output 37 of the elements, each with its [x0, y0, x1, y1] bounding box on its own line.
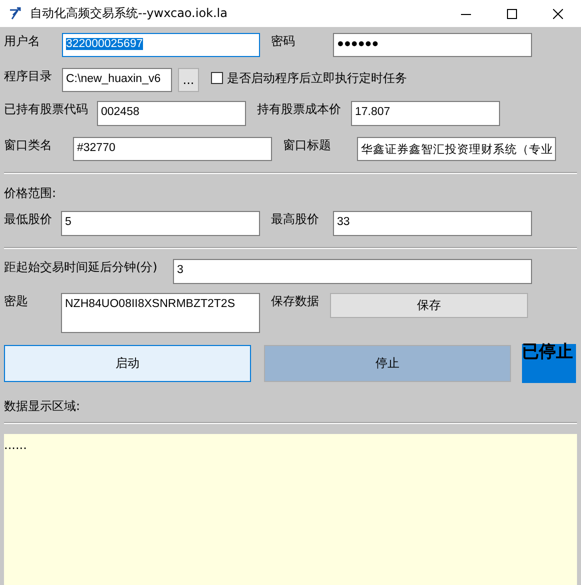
field-label: 密匙	[4, 293, 28, 308]
status-label: 已停止	[522, 344, 576, 383]
button[interactable]: ...	[178, 68, 199, 92]
section-heading: 数据显示区域:	[4, 398, 80, 415]
input-field[interactable]: 3	[173, 259, 532, 284]
field-label: 程序目录	[4, 68, 52, 83]
button[interactable]: 保存	[330, 293, 528, 318]
input-field[interactable]: C:\new_huaxin_v6	[62, 68, 172, 92]
input-field[interactable]: #32770	[73, 137, 272, 161]
app-icon	[8, 6, 22, 20]
field-label: 窗口标题	[283, 137, 331, 152]
field-label: 窗口类名	[4, 137, 52, 152]
input-field[interactable]: 华鑫证券鑫智汇投资理财系统（专业	[357, 137, 556, 161]
field-label: 最高股价	[271, 211, 319, 226]
input-field[interactable]: 5	[61, 211, 260, 236]
action-button[interactable]: 停止	[264, 345, 511, 382]
output-area: ......	[4, 434, 577, 585]
field-label: 距起始交易时间延后分钟(分)	[4, 259, 158, 274]
field-label: 保存数据	[271, 293, 319, 308]
field-label: 密码	[271, 33, 295, 48]
field-label: 已持有股票代码	[4, 101, 88, 116]
checkbox-label: 是否启动程序后立即执行定时任务	[227, 70, 407, 86]
input-field[interactable]: ●●●●●●	[333, 33, 532, 57]
input-field[interactable]: 17.807	[351, 101, 500, 126]
input-field[interactable]: 33	[333, 211, 532, 236]
close-icon[interactable]	[553, 8, 563, 18]
field-label: 用户名	[4, 33, 40, 48]
field-label: 最低股价	[4, 211, 52, 226]
section-heading: 价格范围:	[4, 185, 56, 202]
field-label: 持有股票成本价	[257, 101, 341, 116]
input-field[interactable]: 002458	[97, 101, 246, 126]
window-title: 自动化高频交易系统--ywxcao.iok.la	[30, 5, 228, 22]
maximize-icon[interactable]	[507, 8, 517, 18]
input-field[interactable]: NZH84UO08II8XSNRMBZT2T2S	[61, 293, 260, 333]
action-button[interactable]: 启动	[4, 345, 251, 382]
checkbox[interactable]	[211, 72, 223, 84]
input-field[interactable]: 322000025697	[62, 33, 260, 57]
